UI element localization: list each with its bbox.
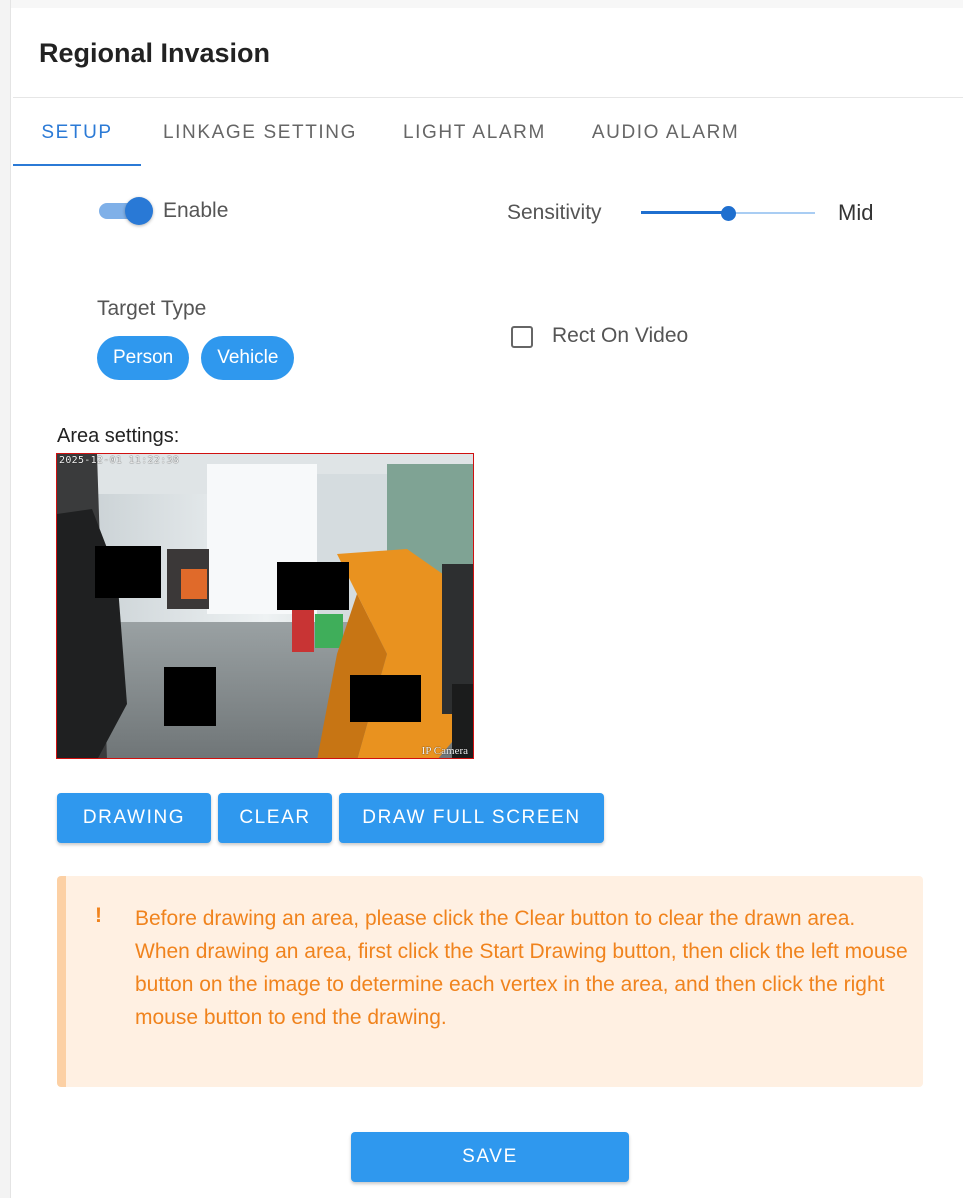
tab-light-alarm[interactable]: LIGHT ALARM (403, 98, 546, 166)
alert-text: Before drawing an area, please click the… (135, 902, 915, 1034)
tab-bar: SETUP LINKAGE SETTING LIGHT ALARM AUDIO … (13, 98, 739, 166)
warning-icon: ! (95, 904, 102, 927)
chip-vehicle[interactable]: Vehicle (201, 336, 295, 380)
save-button[interactable]: SAVE (351, 1132, 629, 1182)
alert-line-2: When drawing an area, first click the St… (135, 940, 908, 1029)
page: Regional Invasion SETUP LINKAGE SETTING … (0, 0, 963, 1198)
video-preview[interactable]: 2025-12-01 11:22:38 IP Camera (56, 453, 474, 759)
settings-card: Regional Invasion SETUP LINKAGE SETTING … (13, 8, 963, 1198)
slider-fill (641, 211, 728, 214)
draw-full-screen-button[interactable]: DRAW FULL SCREEN (339, 793, 604, 843)
area-settings-label: Area settings: (57, 425, 180, 447)
clear-button[interactable]: CLEAR (218, 793, 332, 843)
sensitivity-slider[interactable] (641, 203, 815, 223)
top-edge (11, 0, 963, 8)
left-border (0, 0, 11, 1198)
toggle-thumb (125, 197, 153, 225)
enable-toggle[interactable] (99, 196, 155, 226)
video-timestamp: 2025-12-01 11:22:38 (59, 455, 180, 466)
tab-linkage-setting[interactable]: LINKAGE SETTING (163, 98, 357, 166)
target-type-label: Target Type (97, 297, 207, 320)
tab-setup[interactable]: SETUP (13, 98, 141, 166)
camera-scene (57, 454, 473, 758)
enable-label: Enable (163, 199, 229, 222)
page-title: Regional Invasion (39, 38, 271, 68)
rect-on-video-checkbox[interactable] (511, 326, 533, 348)
tab-audio-alarm[interactable]: AUDIO ALARM (592, 98, 739, 166)
sensitivity-label: Sensitivity (507, 201, 602, 224)
alert-line-1: Before drawing an area, please click the… (135, 907, 856, 930)
chip-person[interactable]: Person (97, 336, 190, 380)
rect-on-video-label: Rect On Video (552, 324, 689, 347)
target-type-chips: Person Vehicle (97, 336, 306, 380)
video-camera-label: IP Camera (421, 745, 468, 757)
drawing-hint-alert: ! Before drawing an area, please click t… (57, 876, 923, 1087)
drawing-button[interactable]: DRAWING (57, 793, 211, 843)
sensitivity-value: Mid (838, 200, 874, 225)
slider-thumb[interactable] (721, 206, 736, 221)
